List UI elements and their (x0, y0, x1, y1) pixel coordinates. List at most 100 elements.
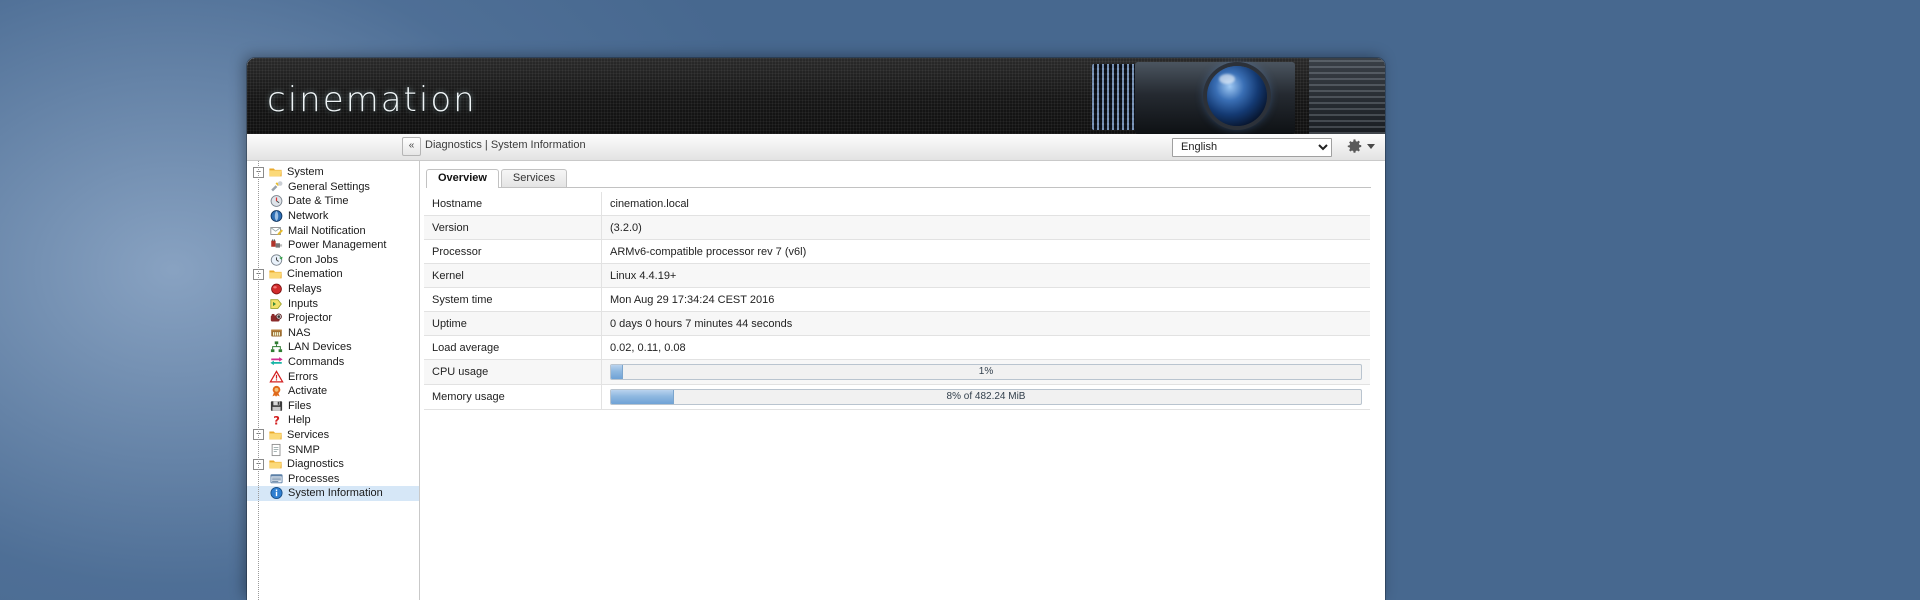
sidebar-item-projector[interactable]: Projector (247, 311, 419, 326)
warning-triangle-icon (269, 369, 284, 384)
table-row: Load average 0.02, 0.11, 0.08 (424, 335, 1370, 360)
sidebar-item-label: NAS (288, 326, 311, 339)
projector-icon (269, 311, 284, 325)
sidebar-item-label: Activate (288, 385, 328, 398)
sidebar-item-label: LAN Devices (288, 341, 352, 354)
projector-side-icon (1309, 58, 1385, 134)
sidebar-item-label: General Settings (288, 180, 370, 193)
sidebar-item-label: Files (288, 399, 312, 412)
sidebar-item-label: Relays (288, 283, 322, 296)
floppy-disk-icon (269, 399, 284, 413)
sidebar-item-system-information[interactable]: System Information (247, 486, 419, 501)
sidebar-item-general-settings[interactable]: General Settings (247, 180, 419, 195)
sidebar-tree: −SystemGeneral Settings Date & Time Networ… (247, 165, 419, 501)
sidebar-group-services[interactable]: −Services (247, 428, 419, 443)
sidebar-item-label: Errors (288, 370, 318, 383)
tab-bar: Overview Services (426, 169, 1371, 188)
sidebar-item-commands[interactable]: Commands (247, 355, 419, 370)
app-banner: cinemation CHRiSTIE (247, 58, 1385, 134)
info-key: Version (424, 215, 602, 240)
gear-icon[interactable] (1346, 138, 1363, 155)
sidebar-item-inputs[interactable]: Inputs (247, 296, 419, 311)
sidebar-item-date-time[interactable]: Date & Time (247, 194, 419, 209)
sidebar-item-files[interactable]: Files (247, 399, 419, 414)
table-row: CPU usage 1% (424, 359, 1370, 385)
power-plug-icon (269, 238, 284, 252)
tools-icon (269, 180, 284, 194)
sidebar-item-snmp[interactable]: SNMP (247, 442, 419, 457)
sidebar-item-processes[interactable]: Processes (247, 471, 419, 486)
table-row: Kernel Linux 4.4.19+ (424, 263, 1370, 288)
gear-dropdown-caret-icon[interactable] (1367, 144, 1375, 149)
sidebar-item-label: Mail Notification (288, 224, 366, 237)
sidebar-item-label: Inputs (288, 297, 318, 310)
sidebar-item-help[interactable]: ? Help (247, 413, 419, 428)
progress-bar: 8% of 482.24 MiB (610, 389, 1362, 405)
progress-bar-label: 8% of 482.24 MiB (946, 391, 1026, 402)
folder-icon (268, 457, 283, 471)
info-key: Uptime (424, 311, 602, 336)
table-row: System time Mon Aug 29 17:34:24 CEST 2016 (424, 287, 1370, 312)
table-row: Memory usage 8% of 482.24 MiB (424, 384, 1370, 410)
network-tree-icon (269, 340, 284, 354)
table-row: Uptime 0 days 0 hours 7 minutes 44 second… (424, 311, 1370, 336)
sidebar-item-activate[interactable]: Activate (247, 384, 419, 399)
mail-edit-icon (269, 224, 284, 238)
sidebar-item-errors[interactable]: Errors (247, 369, 419, 384)
info-key: Kernel (424, 263, 602, 288)
sidebar-group-label: Diagnostics (287, 458, 344, 471)
sidebar-item-label: Help (288, 414, 311, 427)
info-value: ARMv6-compatible processor rev 7 (v6l) (601, 239, 1370, 264)
sidebar-item-label: Projector (288, 312, 333, 325)
sidebar-group-diagnostics[interactable]: −Diagnostics (247, 457, 419, 472)
svg-text:?: ? (273, 414, 280, 428)
question-mark-icon: ? (269, 413, 284, 428)
table-row: Processor ARMv6-compatible processor rev … (424, 239, 1370, 264)
progress-bar: 1% (610, 364, 1362, 380)
sidebar-item-label: Power Management (288, 239, 387, 252)
tab-services[interactable]: Services (500, 169, 568, 187)
sidebar-item-network[interactable]: Network (247, 209, 419, 224)
sidebar-group-label: Cinemation (287, 268, 343, 281)
info-value: 0.02, 0.11, 0.08 (601, 335, 1370, 360)
sidebar-item-label: System Information (288, 487, 383, 500)
app-logo: cinemation (267, 80, 477, 120)
nas-drive-icon (269, 326, 284, 340)
window-body: −SystemGeneral Settings Date & Time Networ… (247, 161, 1385, 600)
progress-bar-label: 1% (978, 366, 994, 377)
sidebar-item-relays[interactable]: Relays (247, 282, 419, 297)
sidebar-group-label: System (287, 166, 324, 179)
sidebar-item-label: Network (288, 210, 329, 223)
sidebar-item-label: Cron Jobs (288, 253, 339, 266)
info-key: System time (424, 287, 602, 312)
sidebar-item-nas[interactable]: NAS (247, 326, 419, 341)
globe-icon (269, 209, 284, 223)
info-value: 8% of 482.24 MiB (601, 384, 1370, 410)
exchange-arrows-icon (269, 355, 284, 369)
sidebar-item-lan-devices[interactable]: LAN Devices (247, 340, 419, 355)
folder-icon (268, 428, 283, 442)
red-circle-icon (269, 282, 284, 296)
clock-icon (269, 194, 284, 208)
info-key: Processor (424, 239, 602, 264)
sidebar-item-mail-notification[interactable]: Mail Notification (247, 223, 419, 238)
sidebar-item-cron-jobs[interactable]: Cron Jobs (247, 253, 419, 268)
info-value: 0 days 0 hours 7 minutes 44 seconds (601, 311, 1370, 336)
info-key: CPU usage (424, 359, 602, 385)
sidebar-group-system[interactable]: −System (247, 165, 419, 180)
language-select[interactable]: English (1172, 137, 1332, 157)
system-info-table: Hostname cinemation.local Version (3.2.0) Pr… (424, 192, 1370, 410)
projector-photo: CHRiSTIE (1080, 58, 1385, 134)
tab-overview[interactable]: Overview (426, 169, 499, 188)
sidebar-group-cinemation[interactable]: −Cinemation (247, 267, 419, 282)
refresh-clock-icon (269, 253, 284, 267)
info-value: Mon Aug 29 17:34:24 CEST 2016 (601, 287, 1370, 312)
sidebar-item-power-management[interactable]: Power Management (247, 238, 419, 253)
sidebar-group-label: Services (287, 428, 330, 441)
main-content: Overview Services Hostname cinemation.loca… (420, 161, 1385, 600)
info-key: Memory usage (424, 384, 602, 410)
sidebar-item-label: SNMP (288, 443, 320, 456)
sidebar-collapse-button[interactable]: « (402, 137, 421, 156)
folder-icon (268, 267, 283, 281)
sidebar-item-label: Processes (288, 472, 340, 485)
